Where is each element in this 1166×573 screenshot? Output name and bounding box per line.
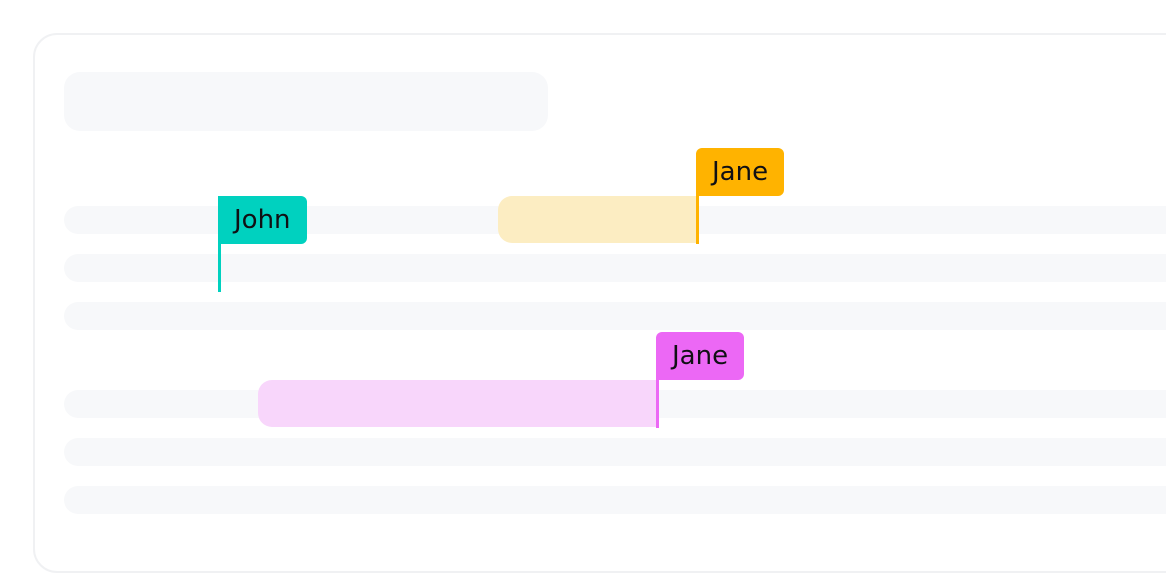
text-line[interactable] bbox=[64, 486, 1166, 514]
jane-selection-1 bbox=[498, 196, 697, 243]
john-cursor-label: John bbox=[218, 196, 307, 244]
title-placeholder bbox=[64, 72, 548, 131]
text-line[interactable] bbox=[64, 254, 1166, 282]
jane-selection-2 bbox=[258, 380, 657, 427]
text-line[interactable] bbox=[64, 302, 1166, 330]
jane-caret-1 bbox=[696, 196, 699, 244]
text-line[interactable] bbox=[64, 438, 1166, 466]
jane-caret-2 bbox=[656, 380, 659, 428]
jane-cursor-label-1: Jane bbox=[696, 148, 785, 196]
jane-cursor-label-2: Jane bbox=[656, 332, 745, 380]
